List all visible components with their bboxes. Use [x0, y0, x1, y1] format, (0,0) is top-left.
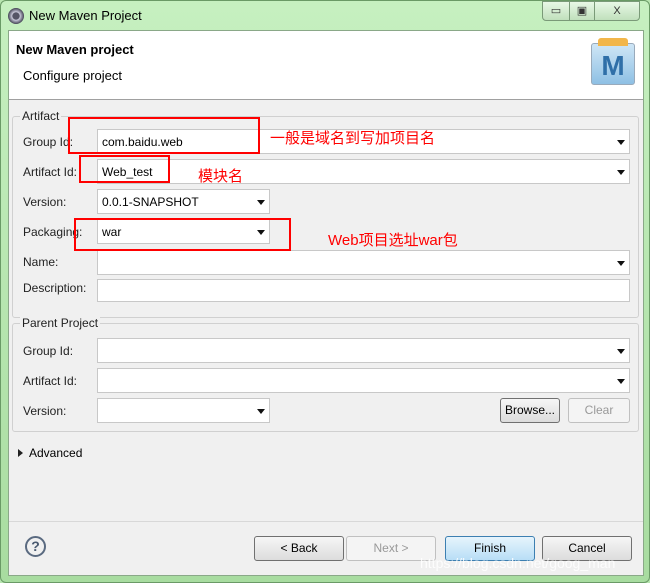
- name-combo[interactable]: [97, 250, 630, 275]
- chevron-down-icon[interactable]: [617, 170, 625, 175]
- clear-button[interactable]: Clear: [568, 398, 630, 423]
- annotation-packaging: Web项目选址war包: [328, 232, 458, 249]
- chevron-down-icon[interactable]: [617, 140, 625, 145]
- chevron-down-icon[interactable]: [257, 200, 265, 205]
- parent-version-combo[interactable]: [97, 398, 270, 423]
- window-title: New Maven Project: [29, 8, 142, 23]
- chevron-down-icon[interactable]: [617, 261, 625, 266]
- artifact-id-label: Artifact Id:: [23, 165, 78, 179]
- parent-group-id-label: Group Id:: [23, 344, 74, 358]
- group-id-label: Group Id:: [23, 135, 74, 149]
- parent-version-label: Version:: [23, 404, 67, 418]
- maven-logo-icon: M: [591, 38, 635, 85]
- version-value: 0.0.1-SNAPSHOT: [102, 195, 199, 209]
- annotation-group-id: 一般是域名到写加项目名: [270, 130, 436, 147]
- parent-group-id-combo[interactable]: [97, 338, 630, 363]
- parent-artifact-id-combo[interactable]: [97, 368, 630, 393]
- chevron-down-icon[interactable]: [617, 379, 625, 384]
- wizard-header: New Maven project Configure project M: [9, 31, 643, 100]
- minimize-button[interactable]: ▭: [542, 1, 570, 21]
- highlight-box-group-id: [68, 117, 260, 154]
- expand-arrow-icon[interactable]: [18, 449, 23, 457]
- parent-legend: Parent Project: [20, 316, 101, 330]
- chevron-down-icon[interactable]: [257, 409, 265, 414]
- version-combo[interactable]: 0.0.1-SNAPSHOT: [97, 189, 270, 214]
- dialog-window: New Maven Project ▭ ▣ X New Maven projec…: [0, 0, 650, 583]
- chevron-down-icon[interactable]: [617, 349, 625, 354]
- back-button[interactable]: < Back: [254, 536, 344, 561]
- highlight-box-packaging: [74, 218, 291, 251]
- help-icon[interactable]: ?: [25, 536, 46, 557]
- page-subtitle: Configure project: [23, 68, 122, 83]
- version-label: Version:: [23, 195, 67, 209]
- dialog-client: New Maven project Configure project M Ar…: [8, 30, 644, 576]
- advanced-toggle[interactable]: Advanced: [29, 446, 82, 460]
- annotation-artifact-id: 模块名: [198, 168, 244, 185]
- highlight-box-artifact-id: [79, 155, 170, 183]
- parent-artifact-id-label: Artifact Id:: [23, 374, 78, 388]
- watermark: https://blog.csdn.net/goog_man: [420, 555, 616, 571]
- browse-button[interactable]: Browse...: [500, 398, 560, 423]
- artifact-legend: Artifact: [20, 109, 62, 123]
- close-button[interactable]: X: [594, 1, 640, 21]
- eclipse-icon: [8, 8, 24, 24]
- name-label: Name:: [23, 255, 59, 269]
- maximize-button[interactable]: ▣: [569, 1, 595, 21]
- artifact-id-combo[interactable]: Web_test: [97, 159, 630, 184]
- description-input[interactable]: [97, 279, 630, 302]
- description-label: Description:: [23, 281, 87, 295]
- page-title: New Maven project: [16, 42, 134, 57]
- separator: [9, 521, 643, 522]
